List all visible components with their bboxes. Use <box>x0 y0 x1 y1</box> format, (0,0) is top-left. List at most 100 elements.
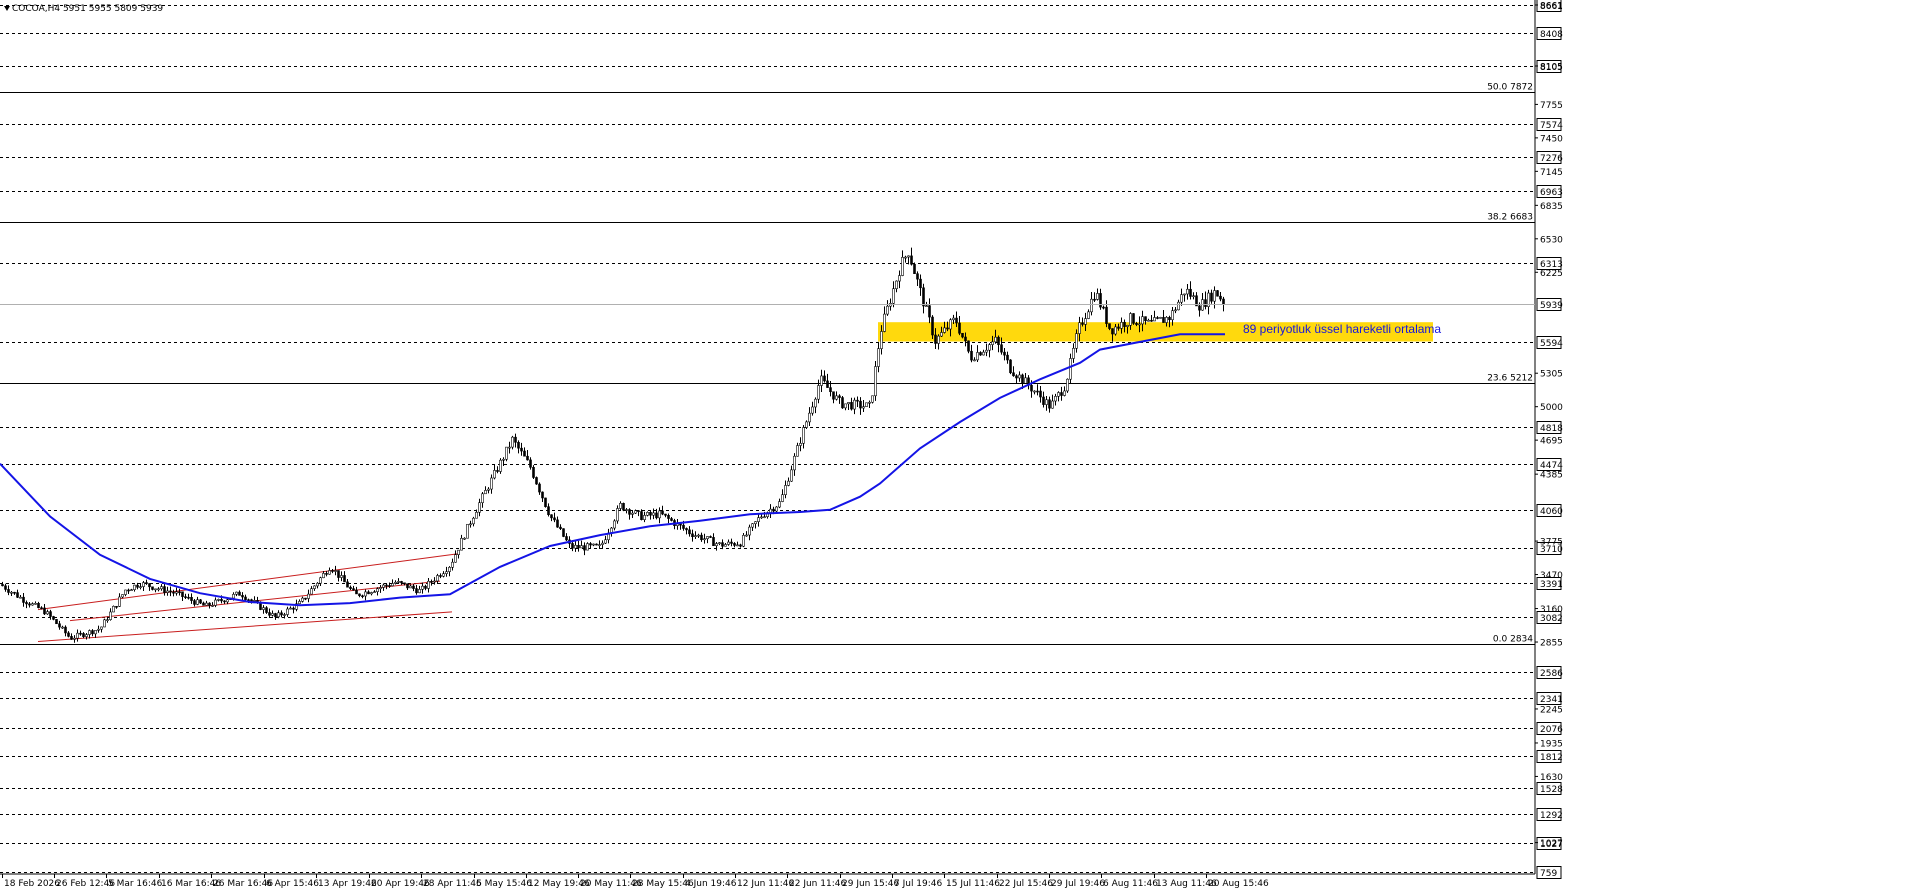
candle-body <box>835 395 838 400</box>
candle-body <box>202 602 205 606</box>
candle-body <box>172 591 175 594</box>
candle-body <box>457 549 460 555</box>
price-label: 4385 <box>1540 471 1563 481</box>
candle-body <box>985 349 988 353</box>
candle-body <box>1171 310 1174 321</box>
candle-body <box>1183 293 1186 296</box>
candle-body <box>895 280 898 290</box>
price-label: 1630 <box>1540 773 1563 783</box>
fib-level-label: 50.0 7872 <box>1487 83 1533 93</box>
candle-body <box>94 630 97 635</box>
candle-body <box>340 575 343 578</box>
candle-body <box>100 626 103 630</box>
price-label: 1027 <box>1540 839 1563 849</box>
candle-body <box>1075 333 1078 349</box>
candle-body <box>76 632 79 639</box>
candle-body <box>1177 301 1180 311</box>
candle-body <box>898 275 901 282</box>
candle-body <box>775 506 778 512</box>
time-label: 20 Aug 15:46 <box>1208 879 1269 888</box>
candle-body <box>1033 390 1036 393</box>
candle-body <box>583 545 586 551</box>
candle-body <box>298 601 301 605</box>
candle-body <box>739 544 742 547</box>
candle-body <box>376 588 379 592</box>
time-label: 28 Apr 11:46 <box>423 879 482 888</box>
candle-body <box>601 542 604 545</box>
candle-body <box>322 573 325 579</box>
candle-body <box>592 543 595 546</box>
candle-body <box>667 515 670 519</box>
price-label: 7145 <box>1540 168 1563 178</box>
candle-body <box>454 554 457 563</box>
candle-body <box>277 612 280 618</box>
candle-body <box>115 605 118 608</box>
candle-body <box>979 352 982 356</box>
candle-body <box>1147 319 1150 322</box>
candle-body <box>211 605 214 607</box>
symbol-header: COCOA,H4 5951 5955 5809 5939 <box>12 4 163 14</box>
level-label: 6963 <box>1540 188 1563 198</box>
candle-body <box>271 613 274 616</box>
candle-body <box>397 581 400 583</box>
price-label: 3775 <box>1540 538 1563 548</box>
candle-body <box>772 508 775 512</box>
candle-body <box>652 512 655 516</box>
candle-body <box>157 588 160 591</box>
price-chart: 50.0 7872 38.2 6683 23.6 5212 0.0 2834 5939… <box>0 0 1916 888</box>
candle-body <box>901 257 904 276</box>
candle-body <box>316 582 319 587</box>
candle-body <box>622 502 625 511</box>
candle-body <box>763 516 766 519</box>
candle-body <box>616 508 619 522</box>
candle-body <box>175 591 178 594</box>
candle-body <box>1072 347 1075 359</box>
candle-body <box>475 511 478 519</box>
candle-body <box>1138 323 1141 326</box>
candle-body <box>1165 317 1168 323</box>
candle-body <box>670 518 673 521</box>
candle-body <box>16 592 19 598</box>
candle-body <box>130 589 133 591</box>
candle-body <box>1021 374 1024 384</box>
candle-body <box>799 442 802 446</box>
candle-body <box>46 611 49 615</box>
candle-body <box>844 403 847 409</box>
candle-body <box>574 544 577 549</box>
candle-body <box>706 536 709 540</box>
candle-body <box>754 521 757 525</box>
level-label: 759 <box>1540 869 1557 879</box>
candle-body <box>67 632 70 637</box>
candle-body <box>139 586 142 588</box>
candle-body <box>529 459 532 468</box>
candle-body <box>640 511 643 520</box>
candle-body <box>232 593 235 599</box>
candle-body <box>352 588 355 591</box>
candle-body <box>247 599 250 601</box>
candle-body <box>691 533 694 538</box>
candle-body <box>148 583 151 588</box>
candle-body <box>778 501 781 508</box>
candle-body <box>718 542 721 544</box>
candle-body <box>730 541 733 544</box>
level-label: 7574 <box>1540 121 1563 131</box>
candle-body <box>373 591 376 593</box>
candle-body <box>52 616 55 620</box>
candle-body <box>1093 298 1096 301</box>
candle-body <box>880 331 883 349</box>
candle-body <box>646 512 649 516</box>
candle-body <box>874 366 877 397</box>
candle-body <box>448 567 451 572</box>
candle-body <box>1222 298 1225 305</box>
candle-body <box>760 516 763 519</box>
candle-body <box>40 607 43 610</box>
candle-body <box>628 509 631 515</box>
candle-body <box>286 608 289 615</box>
candle-body <box>541 491 544 499</box>
time-label: 22 Jun 11:46 <box>789 879 846 888</box>
time-label: 26 Feb 12:46 <box>56 879 115 888</box>
candle-body <box>1108 323 1111 329</box>
candle-body <box>364 591 367 597</box>
candle-body <box>382 584 385 588</box>
candle-body <box>571 543 574 549</box>
